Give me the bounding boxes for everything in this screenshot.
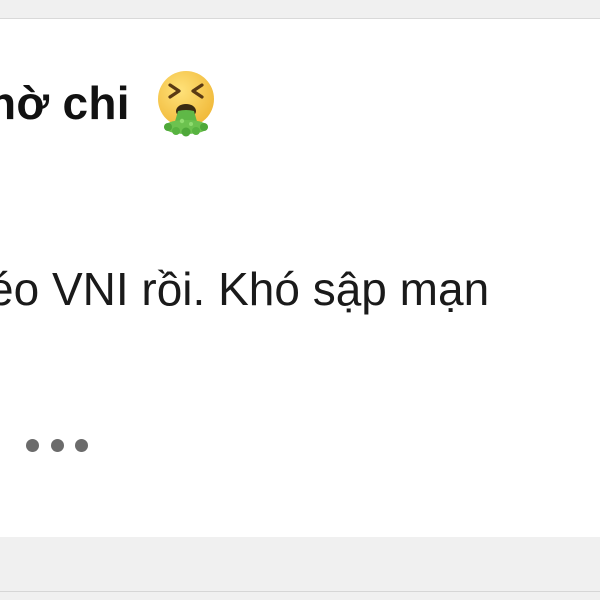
- ellipsis-icon: [75, 438, 88, 452]
- divider: [0, 591, 600, 592]
- ellipsis-icon: [50, 438, 64, 452]
- card-separator: [0, 537, 600, 600]
- vomiting-face-icon: [152, 69, 220, 137]
- post-title: hờ chi: [0, 77, 130, 129]
- ellipsis-icon: [26, 438, 39, 452]
- more-options-button[interactable]: [24, 431, 90, 459]
- screen: hờ chi éo VNI rồi. Khó sập mạn: [0, 0, 600, 600]
- post-title-row: hờ chi: [0, 69, 220, 137]
- post-body-text: éo VNI rồi. Khó sập mạn: [0, 263, 490, 315]
- post-card: hờ chi éo VNI rồi. Khó sập mạn: [0, 18, 600, 538]
